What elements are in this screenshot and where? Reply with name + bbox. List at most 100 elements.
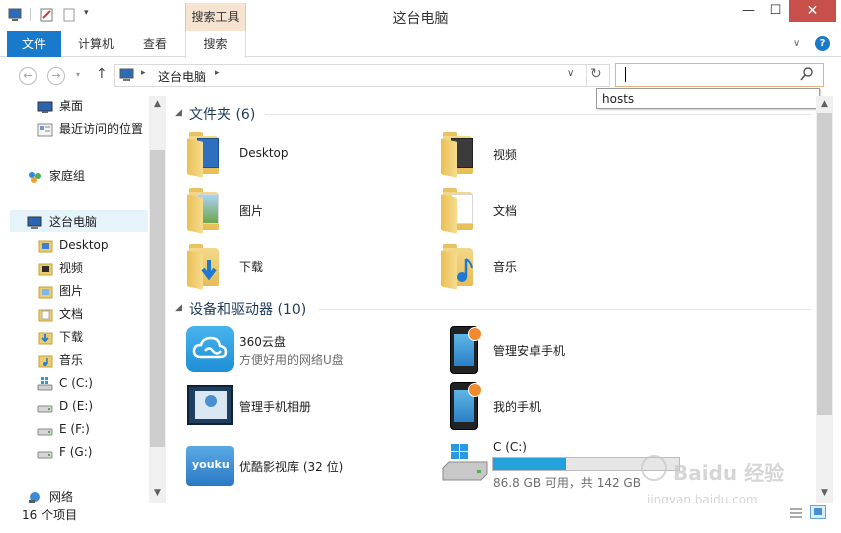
tab-search[interactable]: 搜索 <box>185 31 246 58</box>
homegroup-icon <box>27 169 42 183</box>
drive-icon <box>37 445 53 459</box>
computer-icon <box>119 68 135 86</box>
nav-item-documents[interactable]: 文档 <box>0 303 148 325</box>
large-icons-view-icon[interactable] <box>810 505 826 519</box>
tab-computer[interactable]: 计算机 <box>68 31 124 57</box>
desktop-icon <box>37 99 53 113</box>
title-bar: ▾ 搜索工具 这台电脑 — ☐ ✕ <box>0 0 841 31</box>
folder-tile-documents[interactable]: 文档 <box>439 184 679 236</box>
documents-folder-icon <box>38 307 53 322</box>
downloads-folder-icon <box>38 330 53 345</box>
folder-tile-downloads[interactable]: 下载 <box>185 240 425 292</box>
scroll-up-icon[interactable]: ▲ <box>817 97 832 112</box>
nav-scrollbar-thumb[interactable] <box>150 150 165 447</box>
nav-item-music[interactable]: 音乐 <box>0 349 148 371</box>
folder-icon <box>38 238 53 253</box>
folder-tile-videos[interactable]: 视频 <box>439 128 679 180</box>
nav-item-drive-d[interactable]: D (E:) <box>0 395 148 417</box>
device-tile-youku[interactable]: youku 优酷影视库 (32 位) <box>185 440 425 492</box>
network-icon <box>27 490 42 504</box>
nav-item-desktop[interactable]: 桌面 <box>0 95 148 117</box>
video-folder-icon <box>38 261 53 276</box>
collapse-ribbon-icon[interactable]: ∨ <box>793 38 800 49</box>
nav-item-pictures[interactable]: 图片 <box>0 280 148 302</box>
device-tile-360-cloud[interactable]: 360云盘 方便好用的网络U盘 <box>185 324 425 376</box>
address-divider <box>586 65 587 86</box>
collapse-chevron-icon[interactable]: ◢ <box>175 108 182 118</box>
nav-item-downloads[interactable]: 下载 <box>0 326 148 348</box>
watermark-brand: Baidu 经验 <box>673 461 785 485</box>
breadcrumb-this-pc[interactable]: 这台电脑 <box>158 68 206 85</box>
drive-icon <box>37 422 53 436</box>
ribbon-tab-bar: 文件 计算机 查看 搜索 ∨ ? <box>0 31 841 58</box>
address-history-dropdown-icon[interactable]: ∨ <box>567 68 574 79</box>
folder-tile-music[interactable]: 音乐 <box>439 240 679 292</box>
video-folder-icon <box>441 132 483 178</box>
address-bar[interactable]: ▸ 这台电脑 ▸ ∨ ↻ <box>114 64 610 87</box>
search-box[interactable] <box>615 63 824 87</box>
nav-item-recent[interactable]: 最近访问的位置 <box>0 118 148 140</box>
pictures-folder-icon <box>38 284 53 299</box>
breadcrumb-separator-icon[interactable]: ▸ <box>215 68 220 78</box>
text-cursor <box>625 67 626 82</box>
group-header-devices[interactable]: ◢ 设备和驱动器 (10) <box>175 299 811 319</box>
drive-c-label: C (C:) <box>493 440 527 454</box>
scroll-down-icon[interactable]: ▼ <box>817 486 832 501</box>
help-icon[interactable]: ? <box>815 36 830 51</box>
group-header-folders[interactable]: ◢ 文件夹 (6) <box>175 104 811 124</box>
device-tile-my-phone[interactable]: 我的手机 <box>439 380 679 432</box>
tab-file[interactable]: 文件 <box>7 31 61 57</box>
forward-button[interactable]: → <box>47 67 65 85</box>
tab-view[interactable]: 查看 <box>130 31 180 57</box>
downloads-folder-icon <box>187 244 229 290</box>
windows-drive-icon <box>37 376 53 391</box>
refresh-icon[interactable]: ↻ <box>590 66 602 82</box>
computer-icon <box>27 215 42 229</box>
nav-item-desktop-folder[interactable]: Desktop <box>0 234 148 256</box>
nav-item-this-pc[interactable]: 这台电脑 <box>0 211 148 233</box>
scroll-up-icon[interactable]: ▲ <box>150 97 165 112</box>
music-folder-icon <box>38 353 53 368</box>
content-scrollbar-thumb[interactable] <box>817 113 832 415</box>
nav-item-drive-e[interactable]: E (F:) <box>0 418 148 440</box>
scroll-down-icon[interactable]: ▼ <box>150 486 165 501</box>
nav-item-videos[interactable]: 视频 <box>0 257 148 279</box>
maximize-button[interactable]: ☐ <box>760 0 791 22</box>
phone-album-icon <box>187 385 233 425</box>
nav-item-homegroup[interactable]: 家庭组 <box>0 165 148 187</box>
item-count: 16 个项目 <box>22 508 78 522</box>
folder-tile-pictures[interactable]: 图片 <box>185 184 425 236</box>
recent-locations-dropdown-icon[interactable]: ▾ <box>76 70 80 79</box>
drive-icon <box>37 399 53 413</box>
up-arrow-icon[interactable]: ↑ <box>96 66 108 82</box>
cloud-drive-icon <box>186 326 234 372</box>
group-divider <box>265 114 811 115</box>
drive-capacity-fill <box>493 458 566 470</box>
pictures-folder-icon <box>187 188 229 234</box>
close-button[interactable]: ✕ <box>789 0 836 22</box>
collapse-chevron-icon[interactable]: ◢ <box>175 303 182 313</box>
documents-folder-icon <box>441 188 483 234</box>
details-view-icon[interactable] <box>789 507 803 522</box>
window-title: 这台电脑 <box>392 11 449 27</box>
back-button[interactable]: ← <box>19 67 37 85</box>
badge-icon <box>468 383 482 397</box>
device-tile-phone-album[interactable]: 管理手机相册 <box>185 380 425 432</box>
badge-icon <box>468 327 482 341</box>
recent-places-icon <box>37 122 53 137</box>
folder-tile-desktop[interactable]: Desktop <box>185 128 425 180</box>
windows-drive-icon <box>441 442 489 484</box>
desktop-folder-icon <box>187 132 229 178</box>
status-bar: 16 个项目 <box>0 503 841 533</box>
youku-folder-icon: youku <box>186 446 234 486</box>
nav-item-drive-c[interactable]: C (C:) <box>0 372 148 394</box>
breadcrumb-separator-icon[interactable]: ▸ <box>141 68 146 78</box>
device-tile-android-manager[interactable]: 管理安卓手机 <box>439 324 679 376</box>
search-icon[interactable] <box>800 66 814 85</box>
nav-item-drive-f[interactable]: F (G:) <box>0 441 148 463</box>
paw-logo-icon <box>641 455 667 481</box>
music-folder-icon <box>441 244 483 290</box>
group-title-devices: 设备和驱动器 (10) <box>189 302 307 318</box>
group-title-folders: 文件夹 (6) <box>189 107 256 123</box>
group-divider <box>319 309 811 310</box>
